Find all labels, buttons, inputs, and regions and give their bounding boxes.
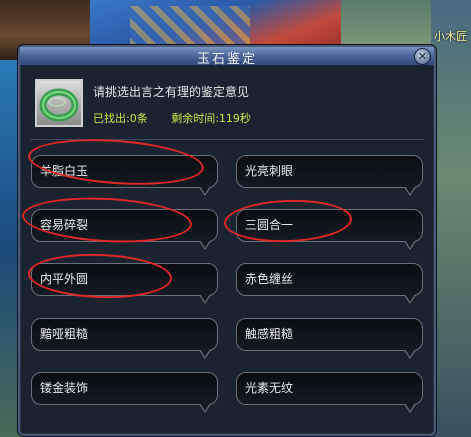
found-count: 已找出:0条 — [93, 112, 148, 125]
appraisal-header: 请挑选出言之有理的鉴定意见 已找出:0条 剩余时间:119秒 — [30, 75, 424, 140]
npc-name-label[interactable]: 小木匠 — [434, 28, 467, 44]
jade-appraisal-dialog: 玉石鉴定 ✕ 请挑选出言之有理的鉴定意见 已找出:0条 剩余时间:119秒 羊脂… — [18, 45, 436, 436]
dialog-titlebar[interactable]: 玉石鉴定 ✕ — [20, 47, 434, 67]
option-button[interactable]: 赤色缠丝 — [236, 263, 423, 304]
option-button[interactable]: 容易碎裂 — [31, 209, 218, 250]
option-button[interactable]: 镂金装饰 — [31, 372, 218, 413]
option-button[interactable]: 光素无纹 — [236, 372, 423, 413]
option-button[interactable]: 三圆合一 — [236, 209, 423, 250]
close-button[interactable]: ✕ — [414, 48, 431, 65]
jade-bracelet-icon — [35, 79, 83, 127]
option-button[interactable]: 内平外圆 — [31, 263, 218, 304]
option-button[interactable]: 触感粗糙 — [236, 318, 423, 359]
time-remaining: 剩余时间:119秒 — [171, 112, 251, 125]
option-button[interactable]: 羊脂白玉 — [31, 155, 218, 196]
right-scenery — [431, 0, 471, 437]
option-button[interactable]: 黯哑粗糙 — [31, 318, 218, 359]
option-button[interactable]: 光亮刺眼 — [236, 155, 423, 196]
appraisal-prompt: 请挑选出言之有理的鉴定意见 — [93, 85, 250, 99]
dialog-title: 玉石鉴定 — [196, 52, 257, 67]
status-row: 已找出:0条 剩余时间:119秒 — [93, 110, 251, 126]
close-icon: ✕ — [417, 50, 428, 63]
